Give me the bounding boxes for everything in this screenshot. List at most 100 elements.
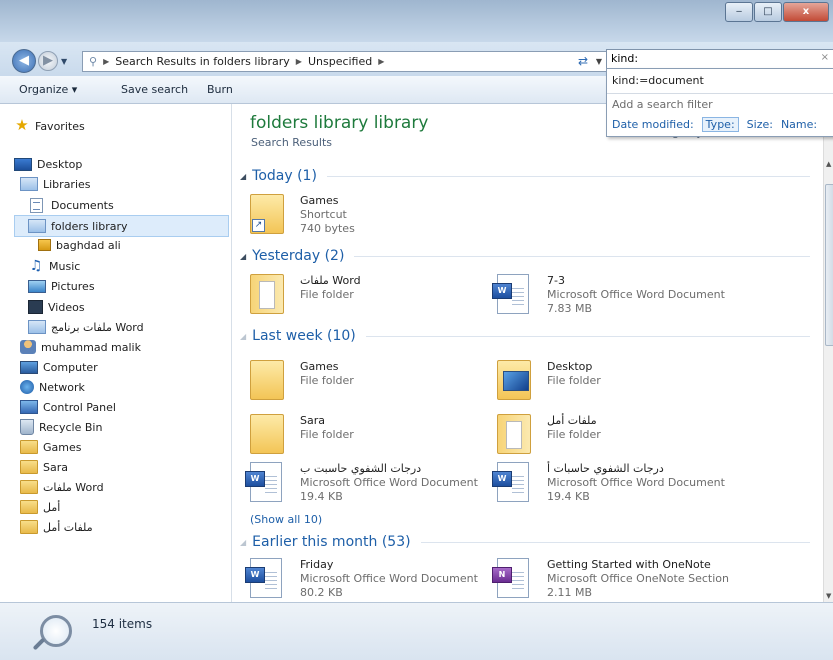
sidebar-item-pictures[interactable]: Pictures <box>28 276 95 296</box>
filter-date-modified[interactable]: Date modified: <box>612 118 694 131</box>
group-title: Yesterday (2) <box>252 248 345 264</box>
refresh-icon[interactable]: ⇄ <box>578 54 588 68</box>
sidebar-item-documents[interactable]: Documents <box>28 195 114 215</box>
item-name: Games <box>300 194 339 207</box>
list-item[interactable]: N Getting Started with OneNote Microsoft … <box>492 556 737 602</box>
group-header-today[interactable]: ◢ Today (1) <box>240 166 810 186</box>
group-header-earlier-this-month[interactable]: ◢ Earlier this month (53) <box>240 532 810 552</box>
sidebar-item-baghdad-ali[interactable]: baghdad ali <box>38 235 121 255</box>
sidebar-item-videos[interactable]: Videos <box>28 297 85 317</box>
document-icon <box>30 197 43 213</box>
item-type: Microsoft Office Word Document <box>300 476 478 489</box>
sidebar-item-label: ملفات برنامج Word <box>51 320 144 334</box>
sidebar-item-desktop[interactable]: Desktop <box>14 154 82 174</box>
search-suggestion[interactable]: kind:=document <box>612 74 704 87</box>
vertical-scrollbar[interactable]: ▲ ▼ <box>823 104 833 602</box>
word-document-icon: W <box>245 462 284 502</box>
scroll-up-icon[interactable]: ▲ <box>826 160 831 168</box>
address-bar[interactable]: ⚲ ▶ Search Results in folders library ▶ … <box>82 51 607 72</box>
filter-name[interactable]: Name: <box>781 118 817 131</box>
folder-icon <box>250 414 284 454</box>
maximize-button[interactable]: □ <box>754 2 782 22</box>
sidebar-item-computer[interactable]: Computer <box>20 357 98 377</box>
folder-icon <box>250 360 284 400</box>
folder-icon <box>20 520 38 534</box>
list-item[interactable]: W درجات الشفوي حاسبت ب Microsoft Office W… <box>245 460 490 512</box>
search-suggestions-dropdown: kind:=document Add a search filter Date … <box>606 68 833 137</box>
sidebar-item-label: Music <box>49 259 81 273</box>
list-item[interactable]: Games File folder <box>250 358 490 410</box>
sidebar-item-amal[interactable]: أمل <box>20 497 60 517</box>
magnifier-icon <box>40 615 72 647</box>
sidebar-item-recycle-bin[interactable]: Recycle Bin <box>20 417 102 437</box>
collapse-triangle-icon[interactable]: ◢ <box>240 538 246 547</box>
save-search-button[interactable]: Save search <box>121 83 188 96</box>
breadcrumb-unspecified[interactable]: Unspecified <box>308 55 372 68</box>
sidebar-item-word-files[interactable]: ملفات Word <box>20 477 104 497</box>
item-name: درجات الشفوي حاسبات أ <box>547 462 664 475</box>
sidebar-item-label: Desktop <box>37 157 83 171</box>
item-name: ملفات أمل <box>547 414 597 427</box>
sidebar-item-amal-files[interactable]: ملفات أمل <box>20 517 93 537</box>
scrollbar-thumb[interactable] <box>825 184 833 346</box>
list-item[interactable]: ↗ Games Shortcut 740 bytes <box>250 192 490 244</box>
burn-button[interactable]: Burn <box>207 83 233 96</box>
item-size: 740 bytes <box>300 222 355 235</box>
collapse-triangle-icon[interactable]: ◢ <box>240 172 246 181</box>
status-bar: 154 items <box>0 602 833 660</box>
onenote-section-icon: N <box>492 558 531 598</box>
sidebar-item-games[interactable]: Games <box>20 437 81 457</box>
list-item[interactable]: W 7-3 Microsoft Office Word Document 7.83 … <box>492 272 737 324</box>
organize-button[interactable]: Organize ▾ <box>19 83 77 96</box>
search-box[interactable]: × <box>606 49 833 70</box>
recent-pages-chevron-icon[interactable]: ▼ <box>61 57 67 66</box>
sidebar-item-favorites[interactable]: ★ Favorites <box>14 116 84 136</box>
folder-icon <box>20 500 38 514</box>
clear-search-icon[interactable]: × <box>821 52 829 63</box>
desktop-icon <box>14 157 32 171</box>
navigation-buttons: ◀ ▶ ▼ <box>12 49 67 73</box>
list-item[interactable]: W Friday Microsoft Office Word Document 80… <box>245 556 490 602</box>
navigation-pane: ★ Favorites Desktop Libraries Documents f… <box>0 104 232 602</box>
list-item[interactable]: Desktop File folder <box>497 358 737 410</box>
sidebar-item-control-panel[interactable]: Control Panel <box>20 397 116 417</box>
item-name: ملفات Word <box>300 274 361 287</box>
sidebar-item-libraries[interactable]: Libraries <box>20 174 91 194</box>
collapse-triangle-icon[interactable]: ◢ <box>240 332 246 341</box>
filter-size[interactable]: Size: <box>747 118 773 131</box>
sidebar-item-word-programs[interactable]: ملفات برنامج Word <box>28 317 144 337</box>
sidebar-item-muhammad-malik[interactable]: muhammad malik <box>20 337 141 357</box>
network-icon <box>20 380 34 394</box>
sidebar-item-sara[interactable]: Sara <box>20 457 68 477</box>
sidebar-item-label: Recycle Bin <box>39 420 103 434</box>
breadcrumb-separator-icon[interactable]: ▶ <box>296 57 302 66</box>
item-size: 19.4 KB <box>300 490 343 503</box>
group-divider <box>420 541 810 543</box>
breadcrumb-search-results[interactable]: Search Results in folders library <box>115 55 290 68</box>
list-item[interactable]: W درجات الشفوي حاسبات أ Microsoft Office … <box>492 460 737 512</box>
filter-type[interactable]: Type: <box>701 117 739 132</box>
close-button[interactable]: x <box>783 2 829 22</box>
address-dropdown-icon[interactable]: ▼ <box>596 57 602 66</box>
forward-button[interactable]: ▶ <box>38 51 58 71</box>
breadcrumb-separator-icon[interactable]: ▶ <box>378 57 384 66</box>
breadcrumb-separator-icon[interactable]: ▶ <box>103 57 109 66</box>
list-item[interactable]: Sara File folder <box>250 412 490 464</box>
search-input[interactable] <box>607 50 805 67</box>
item-size: 19.4 KB <box>547 490 590 503</box>
sidebar-item-label: Control Panel <box>43 400 116 414</box>
group-header-last-week[interactable]: ◢ Last week (10) <box>240 326 810 346</box>
item-size: 7.83 MB <box>547 302 593 315</box>
list-item[interactable]: ملفات أمل File folder <box>497 412 737 464</box>
back-button[interactable]: ◀ <box>12 49 36 73</box>
minimize-button[interactable]: ‒ <box>725 2 753 22</box>
show-all-link[interactable]: (Show all 10) <box>250 513 322 526</box>
collapse-triangle-icon[interactable]: ◢ <box>240 252 246 261</box>
sidebar-item-folders-library[interactable]: folders library <box>14 215 229 237</box>
list-item[interactable]: ملفات Word File folder <box>250 272 490 324</box>
scroll-down-icon[interactable]: ▼ <box>826 592 831 600</box>
group-header-yesterday[interactable]: ◢ Yesterday (2) <box>240 246 810 266</box>
sidebar-item-music[interactable]: ♫ Music <box>28 256 81 276</box>
sidebar-item-network[interactable]: Network <box>20 377 85 397</box>
search-filters: Date modified: Type: Size: Name: <box>612 117 825 132</box>
